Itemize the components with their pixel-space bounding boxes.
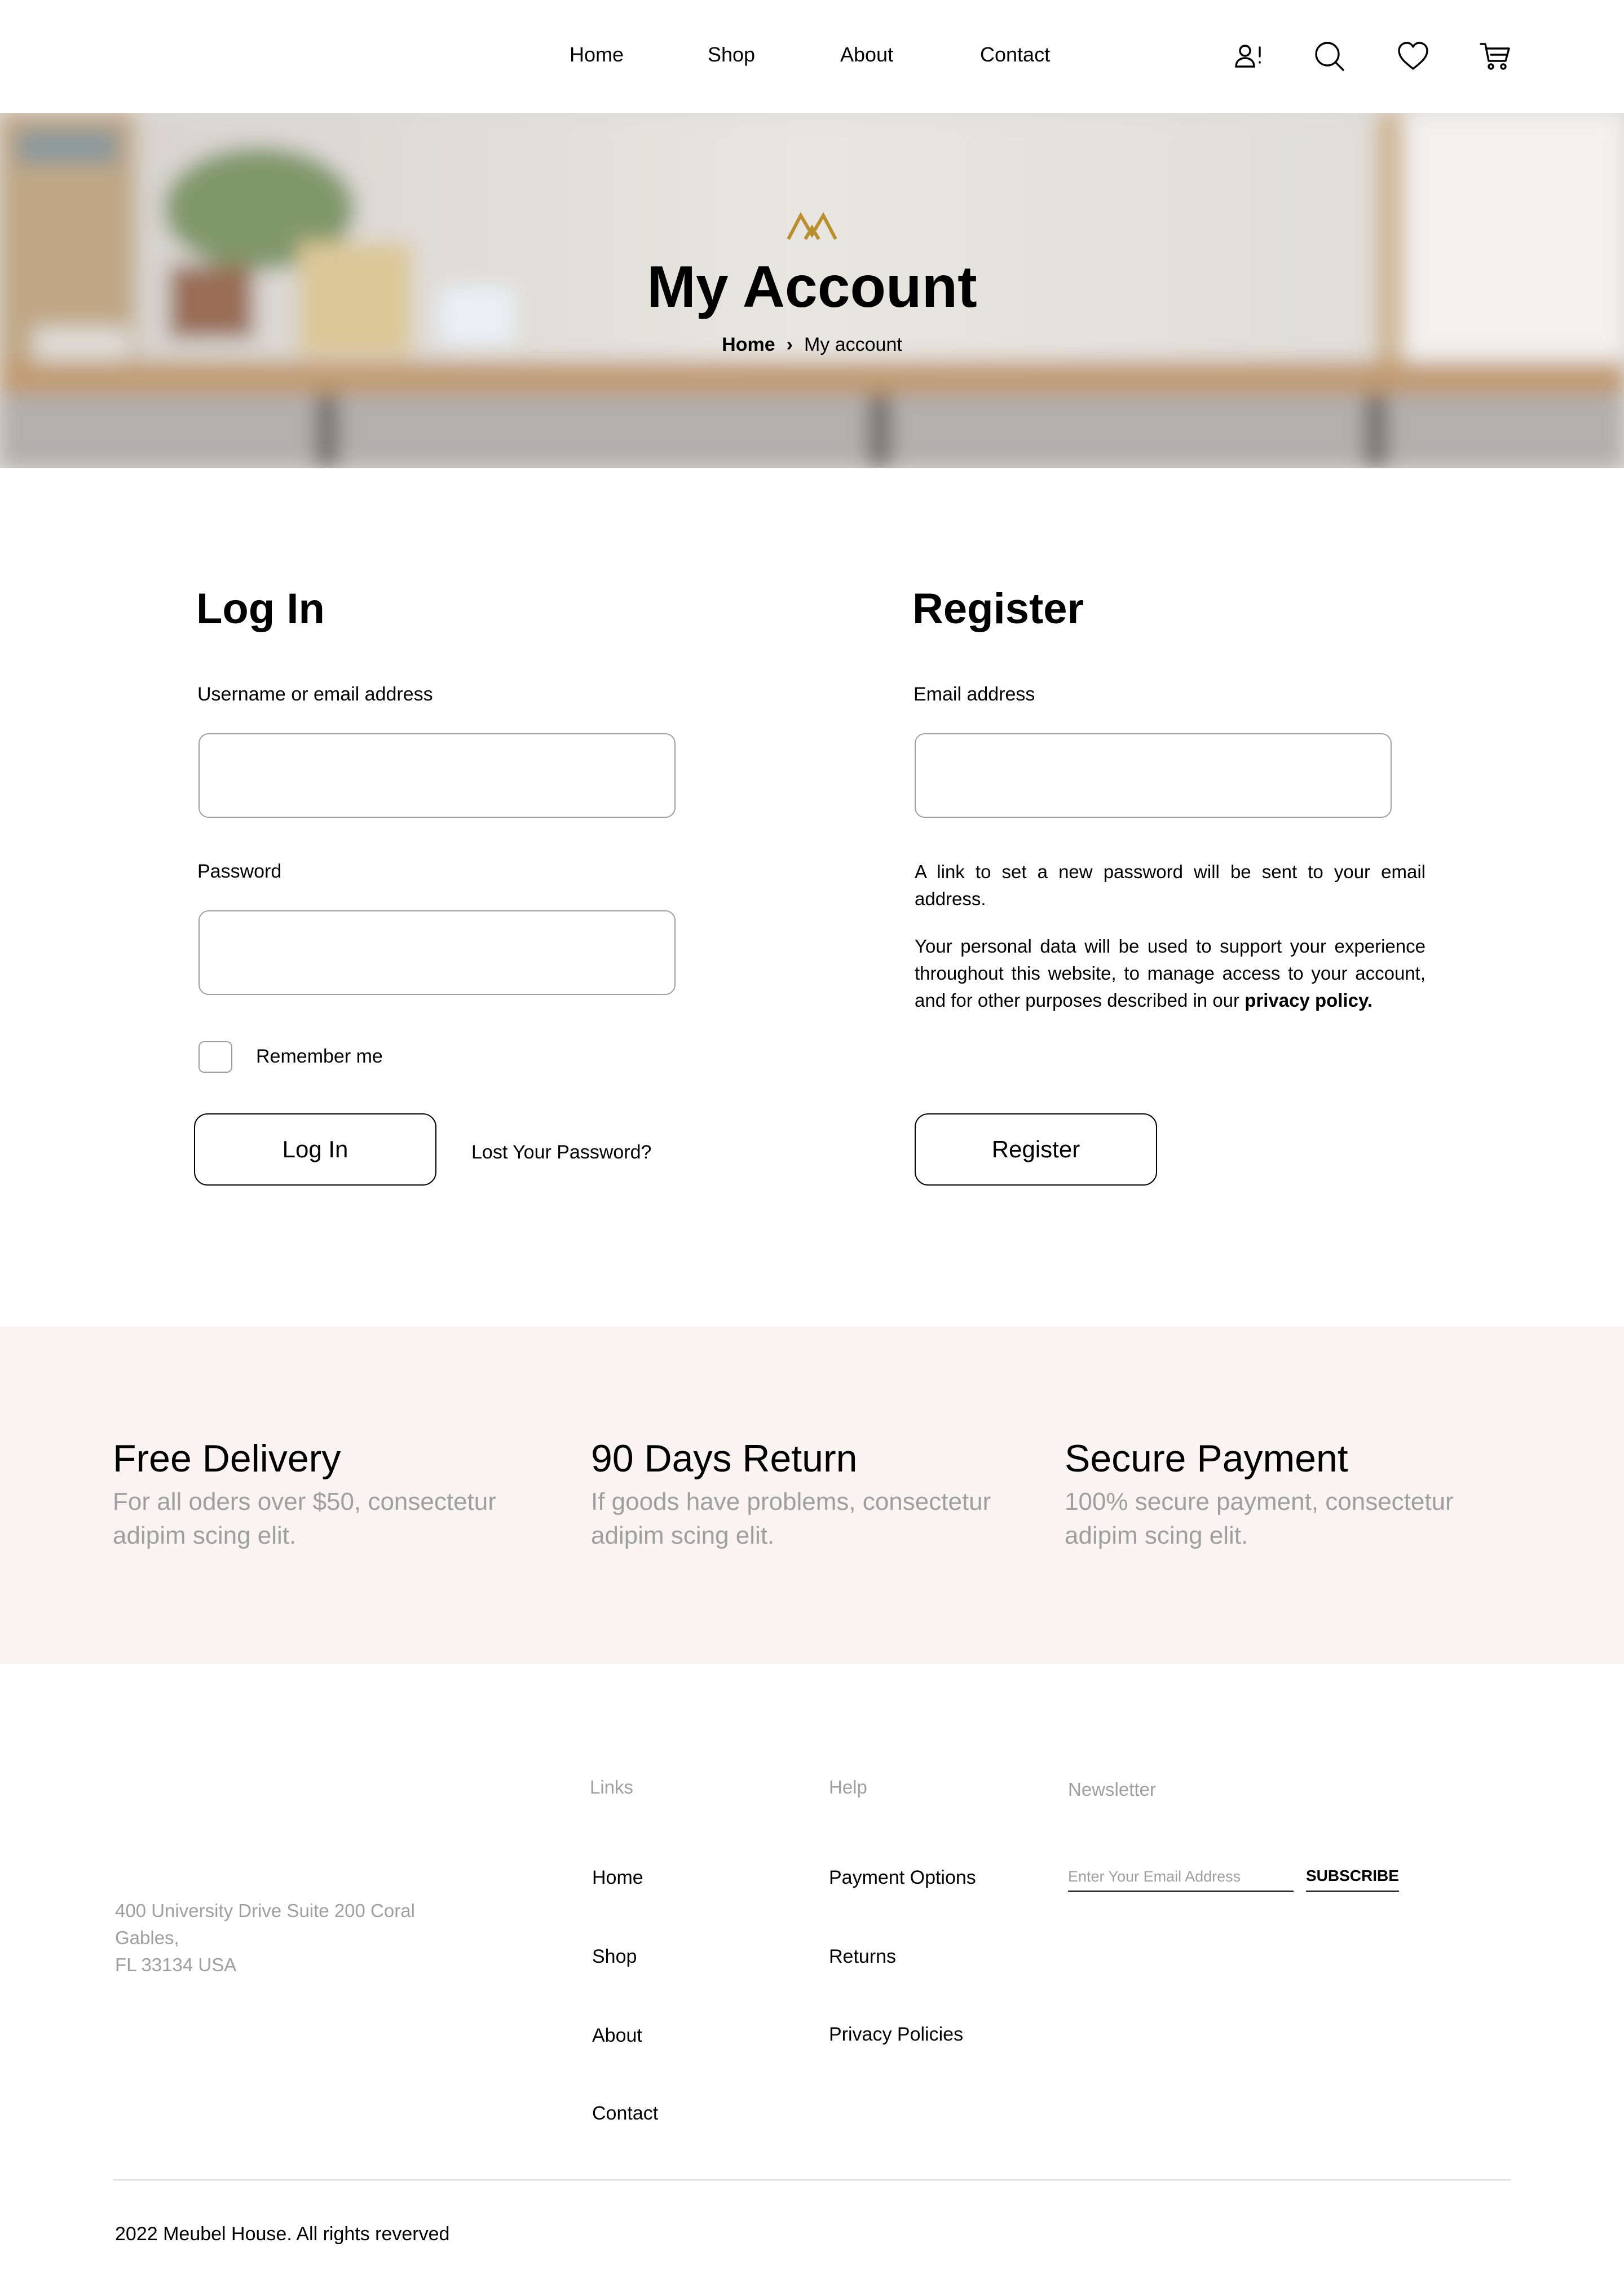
hero-content: My Account Home › My account [0, 113, 1624, 468]
feature-text: 100% secure payment, consectetur adipim … [1065, 1488, 1454, 1549]
breadcrumb-home-link[interactable]: Home [722, 334, 775, 355]
site-header: Home Shop About Contact [0, 0, 1624, 113]
brand-logo-icon [787, 212, 837, 240]
feature-text: If goods have problems, consectetur adip… [591, 1488, 991, 1549]
login-button[interactable]: Log In [194, 1113, 436, 1186]
nav-home-link[interactable]: Home [570, 43, 624, 67]
heart-icon[interactable] [1396, 39, 1430, 73]
feature-days-return: 90 Days Return If goods have problems, c… [591, 1435, 1042, 1553]
breadcrumb: Home › My account [0, 334, 1624, 356]
newsletter-email-input[interactable] [1068, 1862, 1294, 1892]
register-email-input[interactable] [915, 733, 1392, 818]
footer-address: 400 University Drive Suite 200 Coral Gab… [115, 1897, 476, 1979]
user-alert-icon[interactable] [1232, 39, 1265, 73]
feature-free-delivery: Free Delivery For all oders over $50, co… [113, 1435, 564, 1553]
remember-me-checkbox[interactable] [198, 1041, 232, 1073]
page-title: My Account [647, 254, 977, 320]
footer-help-title: Help [829, 1777, 867, 1797]
breadcrumb-current: My account [804, 334, 902, 355]
address-line: 400 University Drive Suite 200 Coral [115, 1900, 415, 1921]
privacy-policy-link[interactable]: privacy policy. [1245, 990, 1373, 1011]
footer-newsletter-title: Newsletter [1068, 1779, 1156, 1800]
footer-link-returns[interactable]: Returns [829, 1946, 896, 1968]
login-title: Log In [196, 585, 325, 633]
password-input[interactable] [198, 910, 676, 995]
copyright-text: 2022 Meubel House. All rights reverved [115, 2223, 450, 2245]
nav-contact-link[interactable]: Contact [980, 43, 1050, 67]
hero-banner: My Account Home › My account [0, 113, 1624, 468]
footer-link-shop[interactable]: Shop [592, 1946, 637, 1968]
footer-link-about[interactable]: About [592, 2025, 642, 2047]
footer-link-contact[interactable]: Contact [592, 2103, 658, 2125]
lost-password-link[interactable]: Lost Your Password? [471, 1142, 651, 1164]
feature-secure-payment: Secure Payment 100% secure payment, cons… [1065, 1435, 1516, 1553]
feature-text: For all oders over $50, consectetur adip… [113, 1488, 496, 1549]
footer-divider [113, 2179, 1511, 2180]
footer-link-home[interactable]: Home [592, 1867, 643, 1889]
username-input[interactable] [198, 733, 676, 818]
nav-shop-link[interactable]: Shop [708, 43, 755, 67]
subscribe-button[interactable]: SUBSCRIBE [1306, 1862, 1399, 1892]
cart-icon[interactable] [1479, 39, 1512, 73]
username-label: Username or email address [197, 684, 433, 705]
feature-title: Free Delivery [113, 1437, 341, 1480]
nav-about-link[interactable]: About [840, 43, 893, 67]
address-line: Gables, [115, 1927, 179, 1948]
register-title: Register [912, 585, 1084, 633]
password-info-text: A link to set a new password will be sen… [915, 861, 1426, 909]
remember-me-label: Remember me [256, 1046, 383, 1067]
register-button[interactable]: Register [915, 1113, 1157, 1186]
feature-title: 90 Days Return [591, 1437, 858, 1480]
feature-title: Secure Payment [1065, 1437, 1348, 1480]
privacy-notice: Your personal data will be used to suppo… [915, 933, 1426, 1014]
footer-links-title: Links [590, 1777, 634, 1797]
address-line: FL 33134 USA [115, 1954, 237, 1975]
footer-link-payment-options[interactable]: Payment Options [829, 1867, 976, 1889]
password-label: Password [197, 861, 282, 882]
footer-link-privacy-policies[interactable]: Privacy Policies [829, 2024, 963, 2046]
email-label: Email address [914, 684, 1035, 705]
search-icon[interactable] [1313, 39, 1347, 73]
chevron-right-icon: › [786, 334, 793, 355]
